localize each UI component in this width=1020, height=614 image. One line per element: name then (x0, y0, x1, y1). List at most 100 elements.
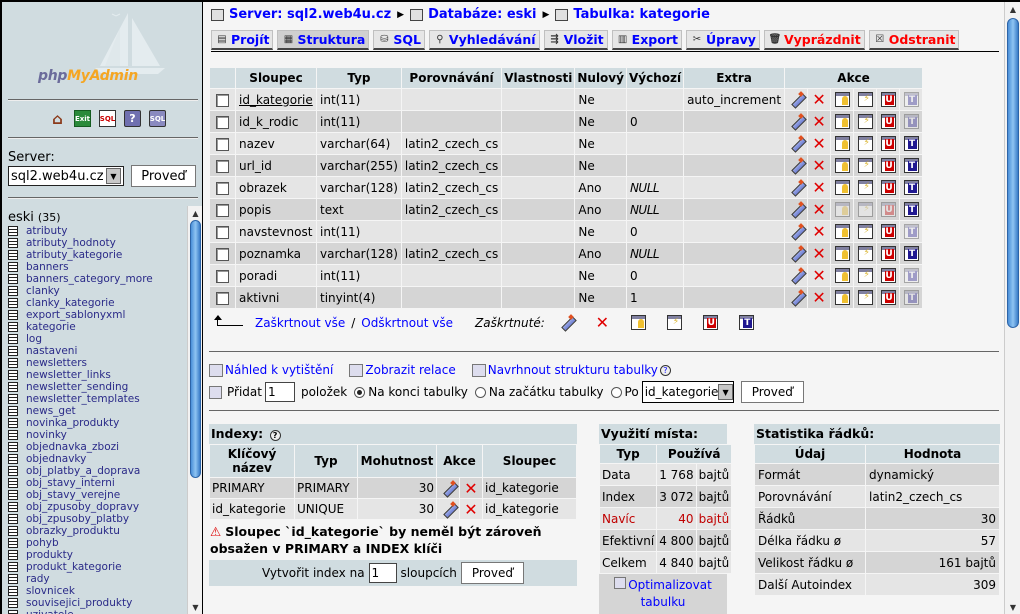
sidebar-table-item[interactable]: newsletter_sending (8, 381, 188, 393)
tab-export[interactable]: ▥ Export (611, 30, 682, 50)
sidebar-table-item[interactable]: obj_zpusoby_platby (8, 513, 188, 525)
fulltext-icon[interactable] (903, 158, 919, 173)
sidebar-table-item[interactable]: newsletter_links (8, 369, 188, 381)
sidebar-table-name[interactable]: produkty (26, 549, 73, 561)
sidebar-table-name[interactable]: newsletter_templates (26, 393, 140, 405)
table-icon[interactable] (8, 274, 18, 284)
edit-icon[interactable] (789, 268, 804, 283)
sidebar-table-item[interactable]: banners_category_more (8, 273, 188, 285)
edit-icon[interactable] (789, 158, 804, 173)
breadcrumb-server[interactable]: Server: sql2.web4u.cz (229, 7, 391, 22)
edit-icon[interactable] (789, 180, 804, 195)
sidebar-table-name[interactable]: obj_stavy_verejne (26, 489, 120, 501)
table-icon[interactable] (8, 226, 18, 236)
sidebar-table-item[interactable]: produkt_kategorie (8, 561, 188, 573)
sidebar-table-name[interactable]: atributy_kategorie (26, 249, 122, 261)
sidebar-table-name[interactable]: rady (26, 573, 50, 585)
field-count-input[interactable] (264, 382, 295, 402)
sidebar-table-name[interactable]: novinky (26, 429, 67, 441)
table-icon[interactable] (8, 310, 18, 320)
table-icon[interactable] (8, 598, 18, 608)
table-icon[interactable] (8, 586, 18, 596)
index-columns-input[interactable] (368, 563, 397, 583)
after-radio[interactable] (610, 386, 622, 398)
edit-icon[interactable] (789, 224, 804, 239)
sidebar-table-name[interactable]: obj_zpusoby_dopravy (26, 501, 139, 513)
row-checkbox[interactable] (216, 203, 229, 217)
sidebar-table-name[interactable]: nastaveni (26, 345, 77, 357)
sql-query-window-icon[interactable]: SQL (99, 110, 116, 127)
tab-projit[interactable]: ▤ Projít (211, 30, 274, 50)
drop-icon[interactable]: ✕ (812, 92, 827, 108)
sidebar-table-name[interactable]: kategorie (26, 321, 76, 333)
index-icon[interactable] (857, 290, 873, 305)
index-icon[interactable] (857, 246, 873, 261)
drop-icon[interactable]: ✕ (812, 136, 827, 152)
sidebar-table-name[interactable]: banners_category_more (26, 273, 153, 285)
at-beginning-radio[interactable] (474, 386, 486, 398)
sidebar-table-name[interactable]: clanky_kategorie (26, 297, 115, 309)
sidebar-table-name[interactable]: souvisejici_produkty (26, 597, 132, 609)
drop-icon[interactable]: ✕ (812, 224, 827, 240)
drop-icon[interactable]: ✕ (464, 480, 479, 496)
fulltext-icon[interactable] (738, 315, 754, 330)
index-icon[interactable] (857, 224, 873, 239)
table-icon[interactable] (8, 478, 18, 488)
help-icon[interactable]: ? (269, 430, 281, 441)
sidebar-table-item[interactable]: log (8, 333, 188, 345)
scroll-up-icon[interactable]: ▲ (1005, 2, 1020, 16)
edit-icon[interactable] (789, 246, 804, 261)
table-icon[interactable] (8, 394, 18, 404)
unique-icon[interactable] (880, 290, 896, 305)
table-icon[interactable] (8, 334, 18, 344)
sidebar-table-item[interactable]: slovnicek (8, 585, 188, 597)
drop-icon[interactable]: ✕ (812, 290, 827, 306)
row-checkbox[interactable] (216, 137, 229, 151)
sidebar-table-name[interactable]: newsletters (26, 357, 87, 369)
row-checkbox[interactable] (216, 181, 229, 195)
index-icon[interactable] (857, 114, 873, 129)
chevron-down-icon[interactable]: ▼ (106, 168, 121, 184)
table-icon[interactable] (8, 562, 18, 572)
check-all-link[interactable]: Zaškrtnout vše (255, 316, 345, 330)
index-icon[interactable] (857, 158, 873, 173)
table-icon[interactable] (8, 466, 18, 476)
table-icon[interactable] (8, 514, 18, 524)
table-icon[interactable] (8, 490, 18, 500)
table-icon[interactable] (8, 442, 18, 452)
drop-icon[interactable]: ✕ (812, 180, 827, 196)
table-icon[interactable] (8, 346, 18, 356)
edit-icon[interactable] (559, 315, 574, 330)
fulltext-icon[interactable] (903, 246, 919, 261)
table-icon[interactable] (8, 610, 18, 614)
index-icon[interactable] (857, 92, 873, 107)
sidebar-table-name[interactable]: obj_platby_a_doprava (26, 465, 140, 477)
exit-icon[interactable]: Exit (74, 110, 91, 127)
breadcrumb-database[interactable]: Databáze: eski (428, 7, 536, 22)
edit-icon[interactable] (789, 136, 804, 151)
unique-icon[interactable] (880, 180, 896, 195)
sidebar-table-name[interactable]: banners (26, 261, 69, 273)
sidebar-table-name[interactable]: obrazky_produktu (26, 525, 120, 537)
sidebar-table-name[interactable]: newsletter_links (26, 369, 111, 381)
sidebar-table-name[interactable]: atributy (26, 225, 67, 237)
primary-key-icon[interactable] (834, 136, 850, 151)
sidebar-table-name[interactable]: news_get (26, 405, 76, 417)
table-icon[interactable] (8, 538, 18, 548)
sidebar-table-name[interactable]: objednavky (26, 453, 86, 465)
table-icon[interactable] (8, 358, 18, 368)
sidebar-table-name[interactable]: pohyb (26, 537, 59, 549)
home-icon[interactable]: ⌂ (49, 110, 66, 128)
table-icon[interactable] (8, 454, 18, 464)
scroll-down-icon[interactable]: ▼ (188, 600, 202, 614)
edit-icon[interactable] (789, 92, 804, 107)
sidebar-table-name[interactable]: novinka_produkty (26, 417, 119, 429)
sidebar-table-name[interactable]: clanky (26, 285, 60, 297)
row-checkbox[interactable] (216, 159, 229, 173)
primary-key-icon[interactable] (834, 180, 850, 195)
sidebar-table-item[interactable]: pohyb (8, 537, 188, 549)
sidebar-table-item[interactable]: novinky (8, 429, 188, 441)
row-checkbox[interactable] (216, 93, 229, 107)
unique-icon[interactable] (702, 315, 718, 330)
index-icon[interactable] (666, 315, 682, 330)
